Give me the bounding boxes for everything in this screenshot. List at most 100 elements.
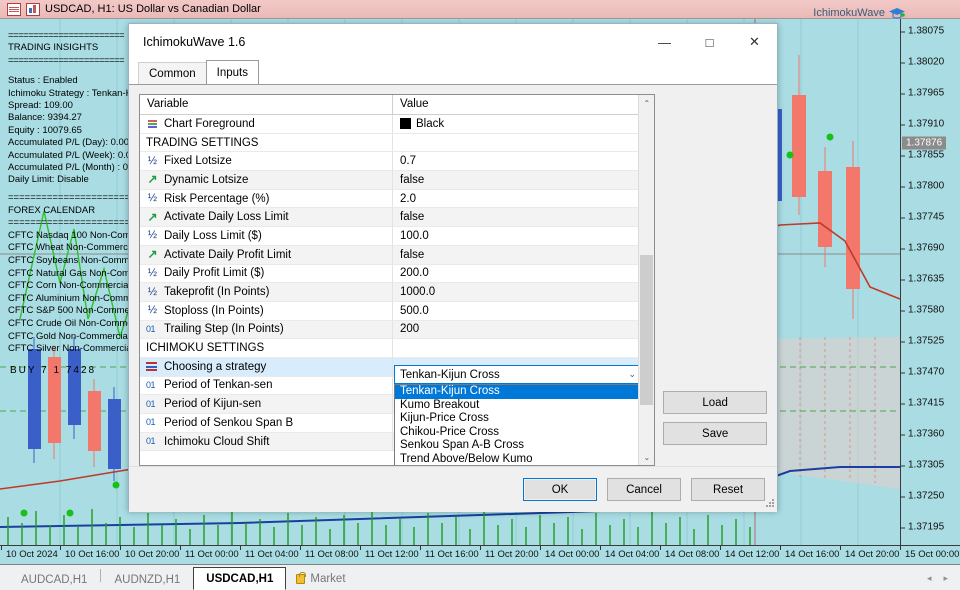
table-row[interactable]: ↗ Activate Daily Loss Limit false (140, 208, 639, 228)
insights-status: Status : Enabled (8, 75, 78, 87)
chart-tab-audcad[interactable]: AUDCAD,H1 (8, 568, 100, 590)
maximize-button[interactable]: □ (687, 24, 732, 60)
time-tick: 11 Oct 12:00 (360, 546, 419, 560)
scrollbar-thumb[interactable] (640, 255, 654, 405)
dropdown-option[interactable]: Kumo Breakout (395, 399, 638, 413)
row-label: ICHIMOKU SETTINGS (146, 342, 265, 355)
row-value-cell[interactable]: false (393, 246, 639, 265)
row-value-cell[interactable]: false (393, 208, 639, 228)
grid-viewport: Variable Value Chart Foreground Black TR… (140, 95, 639, 466)
row-label: TRADING SETTINGS (146, 136, 259, 149)
row-variable-cell: 01 Period of Kijun-sen (140, 395, 393, 414)
table-row[interactable]: 01 Trailing Step (In Points) 200 (140, 320, 639, 340)
row-label: Stoploss (In Points) (164, 304, 264, 317)
table-row[interactable]: Chart Foreground Black (140, 115, 639, 134)
calendar-item: CFTC Aluminium Non-Comme (8, 292, 137, 304)
chart-icon (26, 2, 40, 16)
chart-tab-usdcad[interactable]: USDCAD,H1 (193, 567, 287, 590)
tab-inputs[interactable]: Inputs (205, 60, 259, 84)
grid-scrollbar[interactable]: ⌃ ⌄ (638, 95, 655, 465)
table-row[interactable]: ½ Daily Loss Limit ($) 100.0 (140, 227, 639, 246)
scroll-left-icon[interactable]: ◂ (927, 573, 932, 584)
calendar-item: CFTC Wheat Non-Commercial (8, 242, 138, 254)
fraction-icon: ½ (147, 229, 158, 242)
tab-common[interactable]: Common (138, 62, 207, 84)
dropdown-option[interactable]: Kijun-Price Cross (395, 412, 638, 426)
row-variable-cell: ↗ Dynamic Lotsize (140, 171, 393, 190)
scroll-right-icon[interactable]: ▸ (943, 573, 948, 584)
row-label: Period of Kijun-sen (164, 398, 262, 411)
chart-tab-audnzd[interactable]: AUDNZD,H1 (101, 568, 193, 590)
dialog-body: Variable Value Chart Foreground Black TR… (129, 84, 777, 466)
chevron-down-icon: ⌄ (628, 369, 636, 379)
cancel-button[interactable]: Cancel (607, 478, 681, 501)
row-value-cell[interactable]: 200.0 (393, 265, 639, 284)
row-label: Trailing Step (In Points) (164, 323, 284, 336)
fraction-icon: ½ (147, 285, 158, 298)
scroll-down-icon[interactable]: ⌄ (639, 449, 654, 465)
scroll-up-icon[interactable]: ⌃ (639, 95, 654, 111)
time-axis[interactable]: 10 Oct 2024 10 Oct 16:00 10 Oct 20:00 11… (0, 545, 960, 564)
close-button[interactable]: ✕ (732, 24, 777, 60)
reset-button[interactable]: Reset (691, 478, 765, 501)
dropdown-option[interactable]: Trend Above/Below Kumo (395, 453, 638, 466)
row-label: Chart Foreground (164, 117, 255, 130)
fraction-icon: ½ (147, 304, 158, 317)
dropdown-option[interactable]: Chikou-Price Cross (395, 426, 638, 440)
row-value: Black (416, 117, 445, 130)
current-price-badge: 1.37876 (902, 136, 947, 150)
resize-grip[interactable] (765, 498, 775, 508)
fraction-icon: ½ (147, 154, 158, 167)
row-variable-cell: ½ Risk Percentage (%) (140, 189, 393, 209)
row-variable-cell: ½ Daily Profit Limit ($) (140, 264, 393, 284)
load-button[interactable]: Load (663, 391, 767, 414)
time-tick: 11 Oct 20:00 (480, 546, 539, 560)
forex-calendar-panel: ======================= FOREX CALENDAR =… (8, 192, 138, 356)
row-value-cell[interactable]: Black (393, 115, 639, 134)
row-variable-cell: TRADING SETTINGS (140, 133, 393, 153)
enum-icon (146, 360, 159, 373)
integer-icon: 01 (146, 417, 156, 428)
ok-button[interactable]: OK (523, 478, 597, 501)
strategy-combobox[interactable]: Tenkan-Kijun Cross ⌄ (394, 365, 639, 384)
row-value-cell[interactable]: 100.0 (393, 227, 639, 246)
tabbar-scroll-arrows[interactable]: ◂ ▸ (927, 573, 960, 584)
chart-tabbar: AUDCAD,H1 AUDNZD,H1 USDCAD,H1 Market ◂ ▸ (0, 564, 960, 590)
table-row[interactable]: ↗ Dynamic Lotsize false (140, 171, 639, 190)
graduation-cap-icon (889, 7, 905, 19)
row-value-cell[interactable]: 500.0 (393, 302, 639, 321)
price-tick: 1.38020 (901, 57, 944, 68)
calendar-item: CFTC S&P 500 Non-Commerc (8, 305, 138, 317)
price-axis[interactable]: 1.38075 1.38020 1.37965 1.37910 1.37876 … (900, 19, 960, 545)
row-value-cell[interactable]: 1000.0 (393, 283, 639, 302)
dropdown-option[interactable]: Senkou Span A-B Cross (395, 439, 638, 453)
row-label: Activate Daily Loss Limit (164, 211, 289, 224)
table-row[interactable]: ½ Stoploss (In Points) 500.0 (140, 301, 639, 321)
ea-settings-dialog: IchimokuWave 1.6 — □ ✕ Common Inputs Var… (128, 23, 778, 512)
buy-signal-label: BUY 7 1 7428 (10, 365, 97, 376)
time-tick: 14 Oct 16:00 (779, 546, 840, 560)
table-row[interactable]: ½ Takeprofit (In Points) 1000.0 (140, 283, 639, 302)
time-tick: 14 Oct 12:00 (719, 546, 780, 560)
row-value-cell[interactable]: 200 (393, 321, 639, 340)
strategy-combobox-value: Tenkan-Kijun Cross (400, 368, 500, 381)
dialog-titlebar[interactable]: IchimokuWave 1.6 — □ ✕ (129, 24, 777, 60)
insights-heading: TRADING INSIGHTS (8, 42, 99, 54)
row-value-cell[interactable]: false (393, 171, 639, 190)
row-label: Dynamic Lotsize (164, 173, 249, 186)
market-tab[interactable]: Market (286, 568, 355, 590)
table-row: TRADING SETTINGS (140, 133, 639, 153)
table-row[interactable]: ½ Daily Profit Limit ($) 200.0 (140, 264, 639, 284)
price-tick: 1.37195 (901, 522, 944, 533)
row-value-cell[interactable]: 0.7 (393, 152, 639, 172)
table-row: ICHIMOKU SETTINGS (140, 339, 639, 358)
table-row[interactable]: ↗ Activate Daily Profit Limit false (140, 245, 639, 265)
strategy-dropdown-list[interactable]: Tenkan-Kijun Cross Kumo Breakout Kijun-P… (394, 384, 639, 466)
dropdown-option[interactable]: Tenkan-Kijun Cross (395, 385, 639, 399)
minimize-button[interactable]: — (642, 24, 687, 60)
save-button[interactable]: Save (663, 422, 767, 445)
table-row[interactable]: ½ Risk Percentage (%) 2.0 (140, 189, 639, 209)
insights-daily-limit: Daily Limit: Disable (8, 174, 89, 186)
row-value-cell[interactable]: 2.0 (393, 190, 639, 209)
table-row[interactable]: ½ Fixed Lotsize 0.7 (140, 152, 639, 172)
